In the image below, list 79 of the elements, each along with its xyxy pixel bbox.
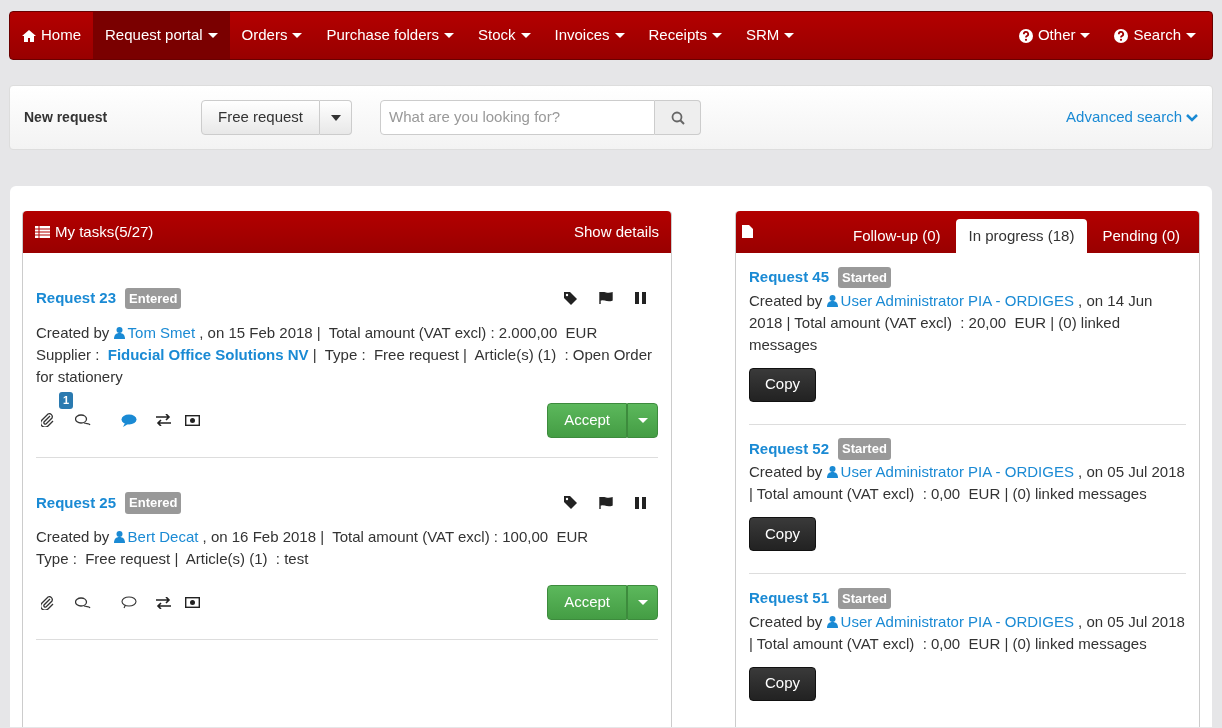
- request-link[interactable]: Request 52: [749, 437, 830, 460]
- count-badge: 1: [59, 392, 74, 409]
- user-link[interactable]: User Administrator PIA - ORDIGES: [840, 463, 1074, 480]
- user-link[interactable]: User Administrator PIA - ORDIGES: [840, 291, 1074, 309]
- discussion-icon: [75, 414, 91, 426]
- request-link[interactable]: Request 45: [749, 266, 830, 289]
- exchange-icon: [156, 414, 171, 426]
- search-button[interactable]: [655, 100, 702, 135]
- status-badge: Started: [838, 587, 891, 609]
- help-icon: [1018, 28, 1033, 43]
- help-icon: [1114, 28, 1129, 43]
- caret-icon: [330, 114, 341, 121]
- request-details: Type : Free request | Article(s) (1) : test: [36, 549, 310, 569]
- copy-button[interactable]: Copy: [749, 517, 817, 551]
- user-link[interactable]: Bert Decat: [127, 528, 199, 545]
- nav-item[interactable]: Stock: [466, 12, 543, 59]
- home-icon: [22, 29, 36, 42]
- pause-icon: [635, 292, 646, 305]
- money-icon: [185, 597, 200, 608]
- nav-item[interactable]: Orders: [229, 12, 315, 59]
- flag-icon: [599, 496, 613, 509]
- discussion-icon: [75, 596, 91, 609]
- nav-item[interactable]: Search: [1102, 12, 1208, 59]
- copy-button[interactable]: Copy: [749, 666, 817, 701]
- status-badge: Entered: [125, 492, 182, 514]
- user-icon: [113, 531, 125, 543]
- tab[interactable]: Follow-up (0): [840, 219, 954, 253]
- chevron-down-icon: [1186, 113, 1198, 122]
- supplier-link[interactable]: Fiducial Office Solutions NV: [107, 345, 309, 363]
- user-link[interactable]: User Administrator PIA - ORDIGES: [840, 612, 1074, 630]
- money-icon: [185, 414, 200, 426]
- tab[interactable]: In progress (18): [955, 219, 1088, 253]
- nav-item[interactable]: Request portal: [93, 12, 230, 59]
- request-type-dropdown-button[interactable]: [320, 100, 353, 135]
- exchange-icon: [156, 596, 171, 609]
- user-icon: [826, 294, 838, 307]
- search-field[interactable]: What are you looking for?: [380, 100, 656, 135]
- user-icon: [113, 326, 125, 339]
- accept-dropdown-button[interactable]: [627, 585, 658, 620]
- search-icon: [670, 110, 685, 125]
- nav-item[interactable]: Purchase folders: [314, 12, 466, 59]
- request-details: Created by Tom Smet , on 15 Feb 2018 | Total amount (VAT excl) : 2.000,00 EUR: [36, 322, 599, 343]
- tag-icon: [564, 496, 577, 510]
- tab[interactable]: Pending (0): [1089, 219, 1193, 253]
- request-link[interactable]: Request 23: [36, 287, 117, 310]
- nav-item[interactable]: SRM: [733, 12, 807, 59]
- nav-item[interactable]: Home: [10, 12, 93, 59]
- pause-icon: [635, 496, 646, 509]
- status-badge: Entered: [125, 287, 182, 309]
- status-badge: Started: [838, 438, 891, 460]
- copy-button[interactable]: Copy: [749, 367, 817, 402]
- request-link[interactable]: Request 25: [36, 491, 117, 514]
- nav-item[interactable]: Other: [1006, 12, 1103, 59]
- request-details: Created by User Administrator PIA - ORDIGES , on 05 Jul 2018 | Total amount (VAT excl) : 0,00 EUR | (0) linked messages: [749, 462, 1186, 504]
- document-icon: [742, 224, 753, 238]
- caret-icon: [637, 417, 648, 423]
- request-details: Created by User Administrator PIA - ORDIGES , on 14 Jun 2018 | Total amount (VAT excl) : 20,00 EUR | (0) linked messages: [749, 290, 1154, 355]
- panel-title: My tasks(5/27): [55, 221, 154, 242]
- paperclip-icon: [41, 413, 54, 427]
- status-badge: Started: [838, 266, 891, 288]
- paperclip-icon: [41, 595, 54, 610]
- request-link[interactable]: Request 51: [749, 587, 830, 610]
- request-details: Supplier : Fiducial Office Solutions NV | Type : Free request | Article(s) (1) : Open Order for stationery: [36, 344, 654, 387]
- flag-icon: [599, 292, 613, 305]
- tag-icon: [564, 291, 577, 305]
- advanced-search-link[interactable]: Advanced search: [1066, 106, 1198, 129]
- request-details: Created by User Administrator PIA - ORDIGES , on 05 Jul 2018 | Total amount (VAT excl) : 0,00 EUR | (0) linked messages: [749, 611, 1186, 654]
- user-link[interactable]: Tom Smet: [127, 323, 196, 341]
- user-icon: [826, 615, 838, 628]
- caret-icon: [637, 600, 648, 605]
- list-icon: [35, 226, 50, 238]
- nav-item[interactable]: Invoices: [542, 12, 637, 59]
- toolbar-title: New request: [24, 109, 108, 125]
- nav-item[interactable]: Receipts: [636, 12, 734, 59]
- show-details-link[interactable]: Show details: [573, 220, 659, 244]
- user-icon: [826, 466, 838, 478]
- request-type-button[interactable]: Free request: [201, 100, 321, 135]
- accept-dropdown-button[interactable]: [627, 402, 658, 438]
- request-details: Created by Bert Decat , on 16 Feb 2018 | Total amount (VAT excl) : 100,00 EUR: [36, 527, 590, 547]
